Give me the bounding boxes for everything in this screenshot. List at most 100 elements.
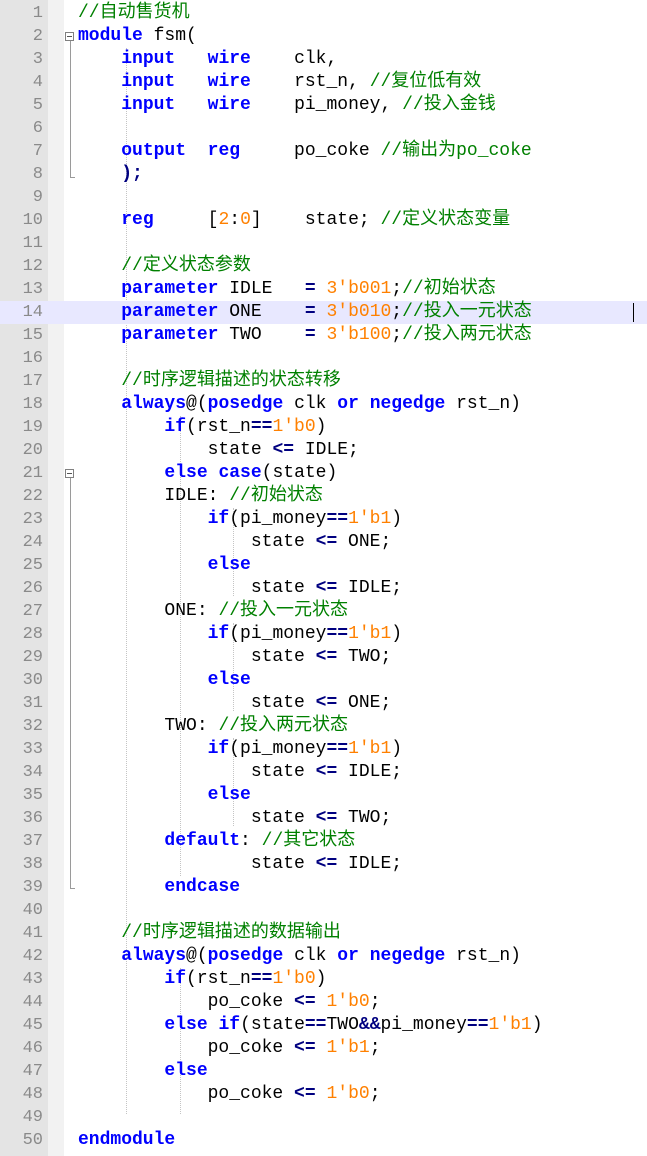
code-line[interactable]: 3 input wire clk, [0, 48, 647, 71]
code-line[interactable]: 34 state <= IDLE; [0, 761, 647, 784]
code-line[interactable]: 8 ); [0, 163, 647, 186]
code-token: ; [391, 325, 403, 345]
code-text: parameter ONE = 3'b010;//投入一元状态 [78, 301, 532, 324]
code-token: 1'b1 [348, 624, 392, 644]
code-text: state <= IDLE; [78, 853, 402, 876]
code-line[interactable]: 35 else [0, 784, 647, 807]
code-line[interactable]: 7 output reg po_coke //输出为po_coke [0, 140, 647, 163]
code-text: //自动售货机 [78, 2, 190, 25]
code-token: ; [391, 302, 403, 322]
code-line[interactable]: 27 ONE: //投入一元状态 [0, 600, 647, 623]
code-line[interactable]: 22 IDLE: //初始状态 [0, 485, 647, 508]
code-line[interactable]: 6 [0, 117, 647, 140]
code-line[interactable]: 37 default: //其它状态 [0, 830, 647, 853]
line-number: 13 [22, 280, 43, 299]
code-text: state <= ONE; [78, 531, 391, 554]
code-line[interactable]: 10 reg [2:0] state; //定义状态变量 [0, 209, 647, 232]
code-line[interactable]: 17 //时序逻辑描述的状态转移 [0, 370, 647, 393]
code-text: output reg po_coke //输出为po_coke [78, 140, 531, 163]
code-line[interactable]: 39 endcase [0, 876, 647, 899]
line-number: 32 [22, 717, 43, 736]
code-line[interactable]: 38 state <= IDLE; [0, 853, 647, 876]
code-line[interactable]: 43 if(rst_n==1'b0) [0, 968, 647, 991]
code-line[interactable]: 29 state <= TWO; [0, 646, 647, 669]
code-token: <= [294, 1084, 316, 1104]
code-line[interactable]: 5 input wire pi_money, //投入金钱 [0, 94, 647, 117]
code-token: else [164, 463, 208, 483]
code-text: endmodule [78, 1129, 175, 1152]
line-number: 5 [32, 96, 43, 115]
code-line[interactable]: 47 else [0, 1060, 647, 1083]
code-line[interactable]: 45 else if(state==TWO&&pi_money==1'b1) [0, 1014, 647, 1037]
code-line[interactable]: 23 if(pi_money==1'b1) [0, 508, 647, 531]
code-line[interactable]: 13 parameter IDLE = 3'b001;//初始状态 [0, 278, 647, 301]
code-line[interactable]: 19 if(rst_n==1'b0) [0, 416, 647, 439]
code-line[interactable]: 16 [0, 347, 647, 370]
code-text: if(pi_money==1'b1) [78, 738, 402, 761]
code-token: ; [391, 279, 403, 299]
code-line[interactable]: 36 state <= TWO; [0, 807, 647, 830]
code-editor[interactable]: 1//自动售货机 2 module fsm(3 input wire clk, 4 i… [0, 0, 647, 1156]
code-token: ; [369, 1038, 381, 1058]
code-token: pi_money, [250, 95, 403, 115]
code-token: always [121, 946, 187, 966]
code-line[interactable]: 4 input wire rst_n, //复位低有效 [0, 71, 647, 94]
code-line[interactable]: 46 po_coke <= 1'b1; [0, 1037, 647, 1060]
code-token: @( [186, 946, 208, 966]
code-line[interactable]: 40 [0, 899, 647, 922]
code-text: else [78, 669, 251, 692]
code-line[interactable]: 24 state <= ONE; [0, 531, 647, 554]
line-number: 50 [22, 1131, 43, 1150]
code-token: case [218, 463, 262, 483]
code-line[interactable]: 21 else case(state) [0, 462, 647, 485]
code-token: <= [315, 808, 338, 828]
code-token: //时序逻辑描述的数据输出 [121, 923, 341, 943]
code-line[interactable]: 9 [0, 186, 647, 209]
line-number: 17 [22, 372, 43, 391]
code-token: ) [315, 417, 327, 437]
code-line[interactable]: 42 always@(posedge clk or negedge rst_n) [0, 945, 647, 968]
code-line[interactable]: 26 state <= IDLE; [0, 577, 647, 600]
code-line[interactable]: 49 [0, 1106, 647, 1129]
code-line[interactable]: 14 parameter ONE = 3'b010;//投入一元状态 [0, 301, 647, 324]
code-token: fsm( [142, 26, 197, 46]
code-line[interactable]: 20 state <= IDLE; [0, 439, 647, 462]
code-line[interactable]: 18 always@(posedge clk or negedge rst_n) [0, 393, 647, 416]
code-token: state [78, 578, 316, 598]
code-token: //初始状态 [402, 279, 496, 299]
code-token: ) [315, 969, 327, 989]
code-line[interactable]: 41 //时序逻辑描述的数据输出 [0, 922, 647, 945]
code-token: @( [186, 394, 208, 414]
code-token: <= [315, 854, 338, 874]
code-line[interactable]: 1 //自动售货机 [0, 2, 647, 25]
code-line[interactable]: 12 //定义状态参数 [0, 255, 647, 278]
code-token: input [121, 95, 176, 115]
code-lines[interactable]: 1//自动售货机 2 module fsm(3 input wire clk, 4 i… [0, 2, 647, 1152]
code-line[interactable]: 50 endmodule [0, 1129, 647, 1152]
code-line[interactable]: 32 TWO: //投入两元状态 [0, 715, 647, 738]
code-line[interactable]: 33 if(pi_money==1'b1) [0, 738, 647, 761]
code-line[interactable]: 48 po_coke <= 1'b0; [0, 1083, 647, 1106]
line-number: 43 [22, 970, 43, 989]
code-line[interactable]: 25 else [0, 554, 647, 577]
code-token: module [78, 26, 143, 46]
code-token: ONE: [78, 601, 219, 621]
code-token: //投入一元状态 [402, 302, 532, 322]
code-line[interactable]: 31 state <= ONE; [0, 692, 647, 715]
code-line[interactable]: 2 module fsm( [0, 25, 647, 48]
code-text: if(rst_n==1'b0) [78, 416, 326, 439]
code-line[interactable]: 11 [0, 232, 647, 255]
code-line[interactable]: 15 parameter TWO = 3'b100;//投入两元状态 [0, 324, 647, 347]
code-token: (state [240, 1015, 305, 1035]
code-token: 1'b0 [272, 969, 316, 989]
code-line[interactable]: 28 if(pi_money==1'b1) [0, 623, 647, 646]
code-line[interactable]: 44 po_coke <= 1'b0; [0, 991, 647, 1014]
code-line[interactable]: 30 else [0, 669, 647, 692]
